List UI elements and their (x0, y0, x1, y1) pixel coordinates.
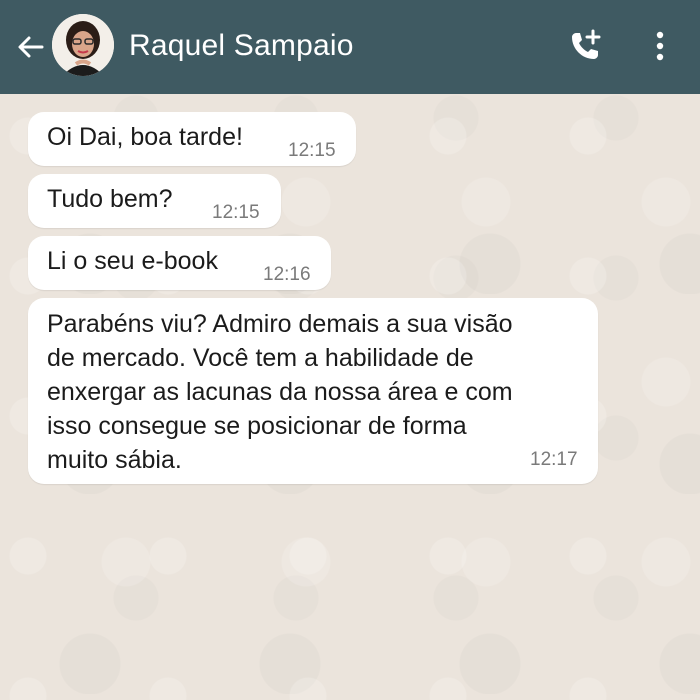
back-button[interactable] (10, 27, 50, 67)
message-time: 12:17 (530, 449, 578, 470)
add-call-icon (572, 29, 601, 59)
message-text: Li o seu e-book (47, 247, 218, 275)
incoming-message[interactable]: Parabéns viu? Admiro demais a sua visão … (28, 298, 598, 484)
message-time: 12:15 (212, 202, 260, 223)
incoming-message[interactable]: Oi Dai, boa tarde! 12:15 (28, 112, 356, 166)
profile-photo (52, 14, 114, 76)
incoming-message[interactable]: Tudo bem? 12:15 (28, 174, 281, 228)
more-options-button[interactable] (640, 25, 680, 67)
incoming-message[interactable]: Li o seu e-book 12:16 (28, 236, 331, 290)
chat-header: Raquel Sampaio (0, 0, 700, 94)
contact-name[interactable]: Raquel Sampaio (129, 26, 354, 66)
chat-area[interactable]: Oi Dai, boa tarde! 12:15 Tudo bem? 12:15… (0, 94, 700, 700)
avatar[interactable] (52, 14, 114, 76)
more-vertical-icon (656, 31, 664, 61)
message-text: Tudo bem? (47, 185, 173, 213)
message-text: Parabéns viu? Admiro demais a sua visão … (47, 310, 513, 474)
arrow-left-icon (18, 36, 44, 58)
add-call-button[interactable] (562, 25, 608, 67)
message-time: 12:15 (288, 140, 336, 161)
message-text: Oi Dai, boa tarde! (47, 123, 243, 151)
message-time: 12:16 (263, 264, 311, 285)
